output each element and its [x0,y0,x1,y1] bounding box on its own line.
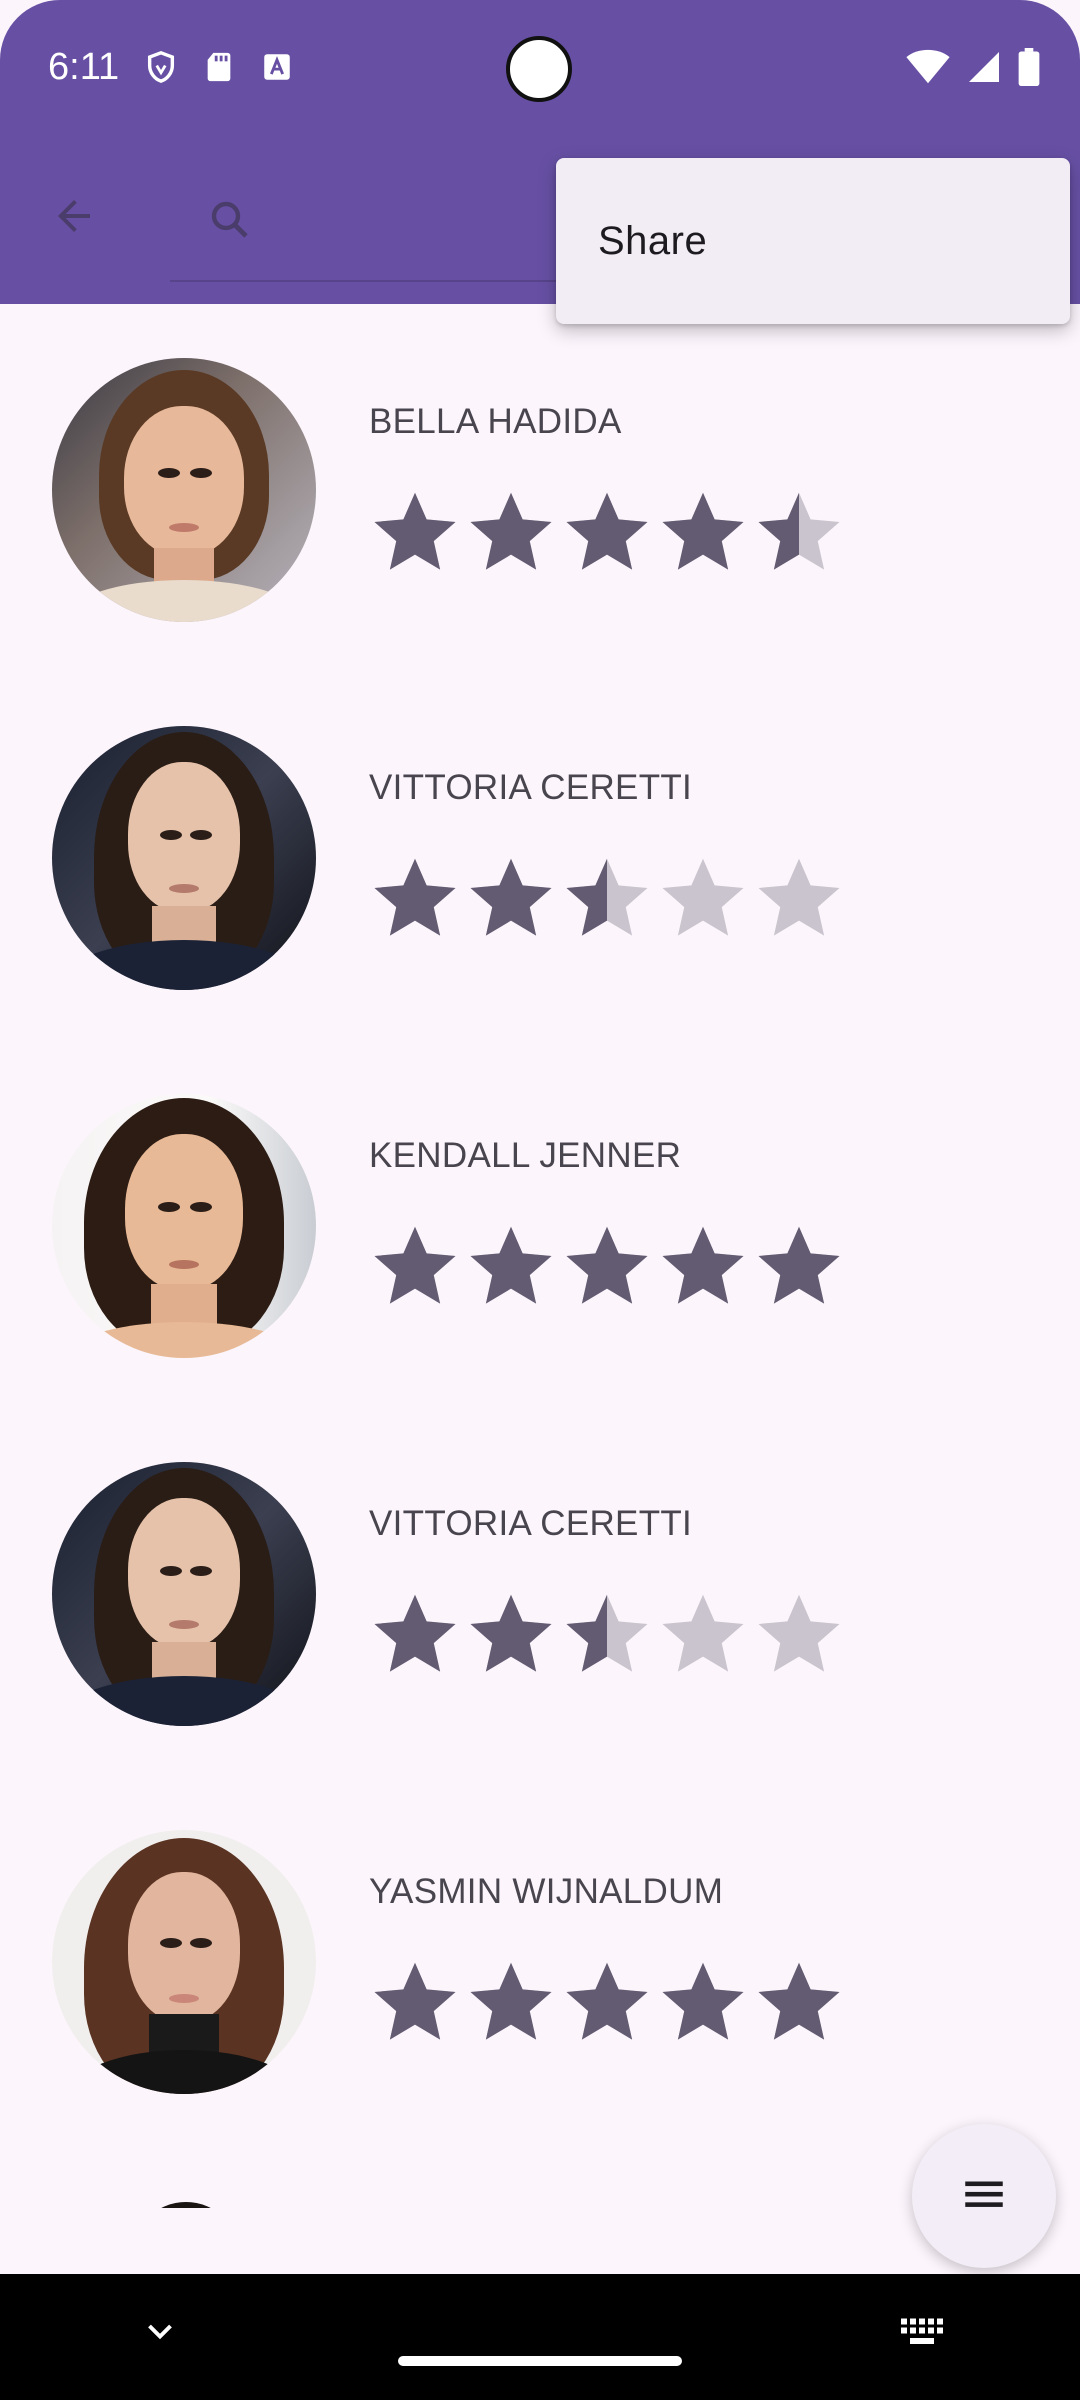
star-icon[interactable] [754,1956,844,2046]
menu-icon [959,2169,1009,2224]
back-button[interactable] [36,180,112,256]
star-icon[interactable] [466,1588,556,1678]
status-icons-right [906,48,1040,91]
star-icon[interactable] [754,1220,844,1310]
status-icons-left [144,50,294,84]
rating-bar[interactable] [370,1588,844,1678]
arrow-back-icon [50,192,98,245]
star-icon[interactable] [754,486,844,576]
star-icon[interactable] [370,486,460,576]
menu-fab[interactable] [912,2124,1056,2268]
model-name: YASMIN WIJNALDUM [369,1872,724,1911]
model-name: VITTORIA CERETTI [369,1504,693,1543]
camera-cutout [506,36,572,102]
rating-bar[interactable] [370,486,844,576]
avatar [132,2202,240,2208]
signal-icon [966,49,1002,90]
shield-icon [144,50,178,84]
model-name: BELLA HADIDA [369,402,622,441]
star-icon[interactable] [466,1220,556,1310]
model-list[interactable]: BELLA HADIDA VITTORIA CERETTI KENDALL JE… [0,304,1080,2208]
keyboard-icon [899,2317,945,2352]
rating-bar[interactable] [370,852,844,942]
star-icon[interactable] [562,486,652,576]
keyboard-switch-button[interactable] [892,2304,952,2364]
model-name: KENDALL JENNER [369,1136,682,1175]
star-icon[interactable] [370,1588,460,1678]
app-screen: 6:11 Share BELLA HADIDA VITTORIA CERETTI… [0,0,1080,2400]
text-icon [260,50,294,84]
star-icon[interactable] [370,1956,460,2046]
star-icon[interactable] [562,1220,652,1310]
avatar [52,1462,316,1726]
model-name: VITTORIA CERETTI [369,768,693,807]
star-icon[interactable] [370,852,460,942]
star-icon[interactable] [658,1588,748,1678]
status-time: 6:11 [48,46,120,88]
star-icon[interactable] [658,1220,748,1310]
star-icon[interactable] [466,852,556,942]
battery-icon [1018,48,1040,91]
list-item[interactable]: KENDALL JENNER [0,1040,1080,1408]
menu-item-share[interactable]: Share [556,158,1070,324]
list-item[interactable]: VITTORIA CERETTI [0,672,1080,1040]
star-icon[interactable] [658,486,748,576]
search-button[interactable] [192,184,268,260]
star-icon[interactable] [754,852,844,942]
star-icon[interactable] [562,852,652,942]
star-icon[interactable] [466,486,556,576]
star-icon[interactable] [754,1588,844,1678]
star-icon[interactable] [562,1956,652,2046]
search-icon [206,196,254,249]
rating-bar[interactable] [370,1220,844,1310]
avatar [52,1830,316,2094]
list-item[interactable]: YASMIN WIJNALDUM [0,1776,1080,2144]
star-icon[interactable] [466,1956,556,2046]
status-bar: 6:11 [0,0,1080,140]
avatar [52,1094,316,1358]
overflow-popup-menu: Share [556,158,1070,324]
star-icon[interactable] [658,1956,748,2046]
avatar [52,358,316,622]
list-item[interactable]: BELLA HADIDA [0,304,1080,672]
system-navigation-bar [0,2274,1080,2400]
avatar [52,726,316,990]
collapse-keyboard-button[interactable] [132,2306,188,2362]
sd-card-icon [202,50,236,84]
star-icon[interactable] [562,1588,652,1678]
rating-bar[interactable] [370,1956,844,2046]
list-item[interactable]: VITTORIA CERETTI [0,1408,1080,1776]
star-icon[interactable] [658,852,748,942]
search-underline [170,280,570,282]
chevron-down-icon [142,2314,178,2355]
star-icon[interactable] [370,1220,460,1310]
wifi-icon [906,49,950,90]
home-gesture-handle[interactable] [398,2356,682,2366]
